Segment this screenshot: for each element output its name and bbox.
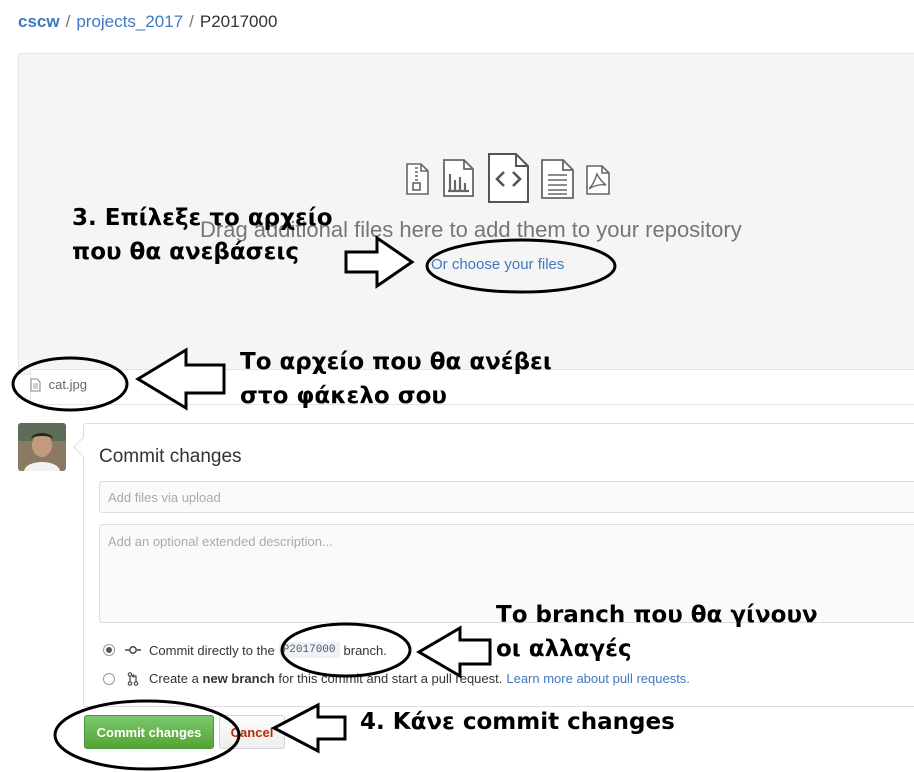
annotation-line: Το branch που θα γίνουν bbox=[496, 602, 818, 628]
annotation-branch: Το branch που θα γίνουν οι αλλαγές bbox=[496, 598, 818, 666]
annotation-line: Το αρχείο που θα ανέβει bbox=[240, 349, 552, 375]
text-file-icon bbox=[541, 159, 574, 199]
commit-form-title: Commit changes bbox=[99, 446, 242, 467]
annotation-choose-file: 3. Επίλεξε το αρχείο που θα ανεβάσεις bbox=[72, 201, 333, 269]
chart-file-icon bbox=[443, 159, 474, 197]
file-icon bbox=[30, 378, 41, 392]
git-pull-request-icon bbox=[127, 671, 139, 686]
annotation-line: που θα ανεβάσεις bbox=[72, 239, 299, 265]
breadcrumb-separator: / bbox=[189, 12, 194, 31]
cancel-button[interactable]: Cancel bbox=[219, 715, 285, 749]
branch-name: P2017000 bbox=[278, 642, 340, 658]
breadcrumb: cscw / projects_2017 / P2017000 bbox=[18, 12, 277, 32]
breadcrumb-separator: / bbox=[65, 12, 71, 31]
breadcrumb-current-directory: P2017000 bbox=[199, 12, 278, 31]
breadcrumb-repo-link[interactable]: projects_2017 bbox=[76, 12, 183, 31]
commit-direct-label: Commit directly to the bbox=[149, 642, 275, 658]
git-commit-icon bbox=[125, 646, 141, 654]
new-branch-radio[interactable] bbox=[103, 672, 115, 685]
commit-changes-button[interactable]: Commit changes bbox=[84, 715, 214, 749]
new-branch-label-prefix: Create a bbox=[149, 671, 199, 686]
annotation-line: 4. Κάνε commit changes bbox=[360, 709, 675, 735]
commit-direct-suffix: branch. bbox=[343, 642, 387, 658]
code-file-icon bbox=[488, 153, 529, 203]
annotation-commit: 4. Κάνε commit changes bbox=[360, 705, 675, 739]
annotation-line: στο φάκελο σου bbox=[240, 383, 447, 409]
annotation-line: οι αλλαγές bbox=[496, 636, 632, 662]
breadcrumb-owner-link[interactable]: cscw bbox=[18, 12, 60, 31]
zip-file-icon bbox=[406, 163, 429, 195]
learn-more-pull-requests-link[interactable]: Learn more about pull requests. bbox=[506, 671, 690, 686]
file-type-icons bbox=[400, 152, 620, 204]
new-branch-option[interactable]: Create a new branch for this commit and … bbox=[103, 671, 690, 686]
choose-files-link[interactable]: Or choose your files bbox=[431, 256, 564, 273]
commit-summary-input[interactable] bbox=[99, 481, 914, 513]
commit-direct-radio[interactable] bbox=[103, 644, 115, 656]
annotation-uploaded-file: Το αρχείο που θα ανέβει στο φάκελο σου bbox=[240, 345, 552, 413]
file-list-item: cat.jpg bbox=[30, 376, 87, 392]
annotation-line: 3. Επίλεξε το αρχείο bbox=[72, 205, 333, 231]
pdf-file-icon bbox=[586, 165, 610, 195]
avatar bbox=[18, 423, 66, 471]
new-branch-label-bold: new branch bbox=[202, 671, 275, 686]
new-branch-label-middle: for this commit and start a pull request… bbox=[278, 671, 503, 686]
user-photo bbox=[18, 423, 66, 471]
file-name: cat.jpg bbox=[48, 377, 87, 393]
commit-direct-option[interactable]: Commit directly to the P2017000 branch. bbox=[103, 642, 387, 658]
